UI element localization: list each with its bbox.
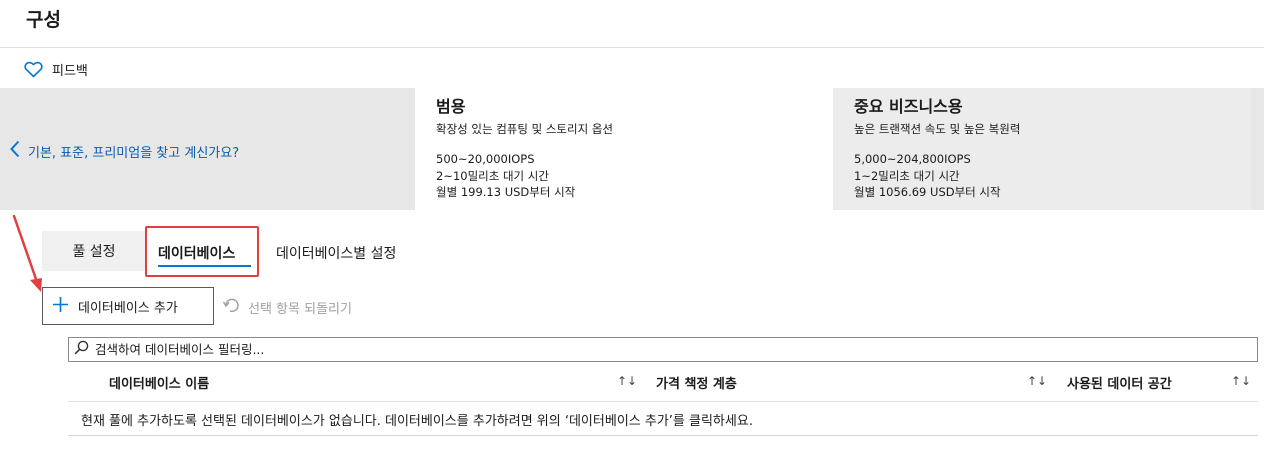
tier-price: 월별 1056.69 USD부터 시작: [854, 185, 1001, 199]
sort-icon[interactable]: ↑↓: [1231, 374, 1251, 388]
tab-pool-settings[interactable]: 풀 설정: [42, 231, 146, 271]
feedback-label: 피드백: [52, 64, 88, 79]
plus-icon: [52, 296, 69, 317]
revert-selection-label: 선택 항목 되돌리기: [248, 301, 352, 317]
revert-selection-button[interactable]: 선택 항목 되돌리기: [222, 296, 352, 318]
undo-icon: [222, 296, 240, 318]
add-database-button[interactable]: 데이터베이스 추가: [42, 287, 214, 325]
tab-per-database-settings[interactable]: 데이터베이스별 설정: [276, 243, 396, 263]
tier-price: 월별 199.13 USD부터 시작: [436, 185, 576, 199]
chevron-left-icon: [10, 140, 20, 162]
column-header-data-space-used[interactable]: 사용된 데이터 공간: [1067, 373, 1172, 392]
table-row-divider: [68, 435, 1258, 436]
column-header-database-name[interactable]: 데이터베이스 이름: [109, 373, 209, 392]
tier-title: 중요 비즈니스용: [854, 97, 963, 116]
table-header-divider: [68, 401, 1258, 402]
column-header-pricing-tier[interactable]: 가격 책정 계층: [656, 373, 737, 392]
tier-iops: 5,000~204,800IOPS: [854, 152, 971, 166]
tier-description: 높은 트랜잭션 속도 및 높은 복원력: [854, 122, 1021, 136]
active-tab-indicator: [158, 265, 251, 267]
tab-databases[interactable]: 데이터베이스: [158, 243, 235, 263]
sort-icon[interactable]: ↑↓: [617, 374, 637, 388]
sort-icon[interactable]: ↑↓: [1027, 374, 1047, 388]
tier-card-business-critical[interactable]: 중요 비즈니스용 높은 트랜잭션 속도 및 높은 복원력 5,000~204,8…: [833, 88, 1251, 210]
search-input[interactable]: [95, 342, 1245, 357]
title-divider: [0, 47, 1264, 48]
feedback-button[interactable]: 피드백: [24, 60, 88, 79]
basic-tiers-label: 기본, 표준, 프리미엄을 찾고 계신가요?: [28, 145, 240, 161]
heart-icon: [24, 61, 43, 78]
search-icon: [74, 340, 89, 359]
tier-title: 범용: [436, 97, 466, 116]
tier-description: 확장성 있는 컴퓨팅 및 스토리지 옵션: [436, 122, 613, 136]
search-box: [68, 337, 1258, 362]
basic-tiers-link[interactable]: 기본, 표준, 프리미엄을 찾고 계신가요?: [10, 140, 239, 162]
tier-latency: 2~10밀리초 대기 시간: [436, 169, 549, 183]
tier-latency: 1~2밀리초 대기 시간: [854, 169, 960, 183]
page-title: 구성: [26, 9, 61, 31]
tier-iops: 500~20,000IOPS: [436, 152, 535, 166]
empty-table-message: 현재 풀에 추가하도록 선택된 데이터베이스가 없습니다. 데이터베이스를 추가…: [81, 414, 753, 429]
add-database-label: 데이터베이스 추가: [78, 300, 178, 316]
tier-card-general-purpose[interactable]: 범용 확장성 있는 컴퓨팅 및 스토리지 옵션 500~20,000IOPS 2…: [415, 88, 833, 210]
